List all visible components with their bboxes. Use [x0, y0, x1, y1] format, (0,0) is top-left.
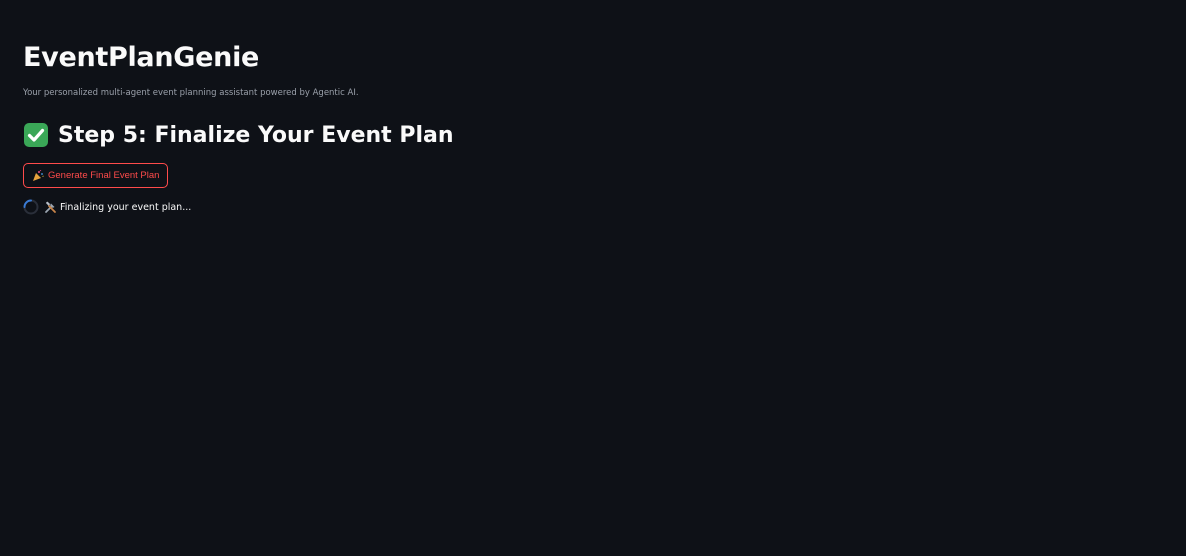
- status-row: Finalizing your event plan...: [23, 199, 191, 215]
- spinner-icon: [23, 199, 39, 215]
- generate-final-plan-label: Generate Final Event Plan: [48, 170, 160, 181]
- check-mark-icon: [23, 122, 49, 148]
- status-text: Finalizing your event plan...: [60, 201, 192, 213]
- generate-final-plan-button[interactable]: Generate Final Event Plan: [23, 163, 169, 188]
- app-page: EventPlanGenie Your personalized multi-a…: [0, 0, 1186, 556]
- app-subtitle: Your personalized multi-agent event plan…: [23, 88, 359, 98]
- step-heading-text: Step 5: Finalize Your Event Plan: [58, 122, 454, 148]
- party-popper-icon: [32, 169, 44, 182]
- step-heading: Step 5: Finalize Your Event Plan: [23, 122, 454, 148]
- app-title: EventPlanGenie: [23, 42, 260, 73]
- tools-icon: [44, 201, 57, 214]
